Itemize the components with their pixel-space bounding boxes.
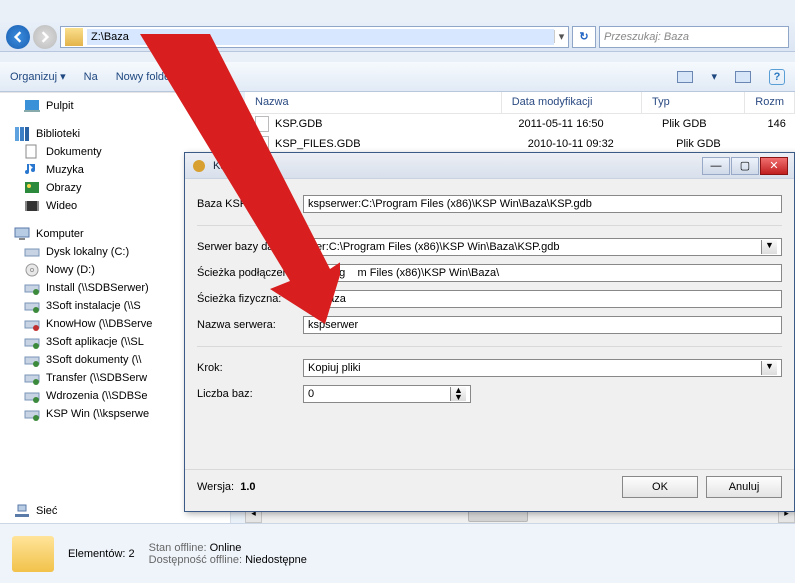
network-drive-icon: [24, 370, 40, 386]
column-headers: Nazwa Data modyfikacji Typ Rozm: [245, 92, 795, 114]
command-bar: Organizuj ▾ Na Nowy folder ▾ ?: [0, 62, 795, 92]
label-step: Krok:: [197, 362, 303, 374]
file-row[interactable]: KSP_FILES.GDB 2010-10-11 09:32 Plik GDB: [245, 134, 795, 154]
label-count: Liczba baz:: [197, 388, 303, 400]
organize-menu[interactable]: Organizuj ▾: [10, 70, 66, 83]
network-drive-icon: [24, 334, 40, 350]
input-step[interactable]: ▼: [303, 359, 782, 377]
file-list: KSP.GDB 2011-05-11 16:50 Plik GDB 146 KS…: [245, 114, 795, 154]
libraries-icon: [14, 126, 30, 142]
item-count: Elementów: 2: [68, 548, 135, 560]
details-pane: Elementów: 2 Stan offline: Online Dostęp…: [0, 523, 795, 583]
input-server[interactable]: ▼: [303, 238, 782, 256]
documents-icon: [24, 144, 40, 160]
label-version: Wersja:: [197, 481, 234, 493]
ok-button[interactable]: OK: [622, 476, 698, 498]
network-icon: [14, 503, 30, 519]
back-button[interactable]: [6, 25, 30, 49]
cd-icon: [24, 262, 40, 278]
col-date[interactable]: Data modyfikacji: [502, 92, 642, 113]
network-drive-icon: [24, 352, 40, 368]
dialog-title: Ksp L: [213, 160, 702, 172]
network-drive-icon: [24, 406, 40, 422]
drive-icon: [24, 244, 40, 260]
folder-icon: [65, 28, 83, 46]
col-name[interactable]: Nazwa: [245, 92, 502, 113]
label-server: Serwer bazy danych:: [197, 241, 303, 253]
new-folder-button[interactable]: Nowy folder: [116, 71, 174, 83]
dialog-footer: Wersja: 1.0 OK Anuluj: [185, 469, 794, 503]
maximize-button[interactable]: ▢: [731, 157, 759, 175]
version-value: 1.0: [240, 481, 255, 493]
arrow-right-icon: [39, 31, 51, 43]
forward-button[interactable]: [33, 25, 57, 49]
file-row[interactable]: KSP.GDB 2011-05-11 16:50 Plik GDB 146: [245, 114, 795, 134]
value-offline-state: Online: [210, 542, 242, 554]
chevron-down-icon[interactable]: ▼: [761, 240, 777, 254]
input-phys-path[interactable]: [303, 290, 782, 308]
folder-large-icon: [12, 536, 54, 572]
value-offline-avail: Niedostępne: [245, 554, 307, 566]
minimize-button[interactable]: —: [702, 157, 730, 175]
file-icon: [255, 116, 269, 132]
network-drive-icon: [24, 280, 40, 296]
input-srv-name[interactable]: [303, 316, 782, 334]
label-phys-path: Ścieżka fizyczna:: [197, 293, 303, 305]
label-offline-state: Stan offline:: [149, 542, 207, 554]
label-conn-path: Ścieżka podłączenia:: [197, 267, 303, 279]
refresh-button[interactable]: ↻: [572, 26, 596, 48]
input-count[interactable]: ▲▼: [303, 385, 471, 403]
view-options-button[interactable]: [677, 71, 693, 83]
network-drive-icon: [24, 298, 40, 314]
spinner-icon[interactable]: ▲▼: [450, 387, 466, 401]
search-placeholder: Przeszukaj: Baza: [604, 31, 689, 43]
tree-libraries[interactable]: Biblioteki: [0, 125, 230, 143]
nav-bar: ▾ ↻ Przeszukaj: Baza: [0, 22, 795, 52]
network-drive-error-icon: [24, 316, 40, 332]
help-button[interactable]: ?: [769, 69, 785, 85]
ksp-dialog: Ksp L — ▢ ✕ Baza KSP: Serwer bazy danych…: [184, 152, 795, 512]
pictures-icon: [24, 180, 40, 196]
cancel-button[interactable]: Anuluj: [706, 476, 782, 498]
address-dropdown[interactable]: ▾: [554, 30, 568, 43]
computer-icon: [14, 226, 30, 242]
input-baza[interactable]: [303, 195, 782, 213]
search-input[interactable]: Przeszukaj: Baza: [599, 26, 789, 48]
address-bar[interactable]: ▾: [60, 26, 569, 48]
col-size[interactable]: Rozm: [745, 92, 795, 113]
input-conn-path[interactable]: [303, 264, 782, 282]
dialog-body: Baza KSP: Serwer bazy danych: ▼ Ścieżka …: [185, 179, 794, 407]
label-offline-avail: Dostępność offline:: [149, 554, 242, 566]
music-icon: [24, 162, 40, 178]
preview-pane-button[interactable]: [735, 71, 751, 83]
video-icon: [24, 198, 40, 214]
include-menu[interactable]: Na: [84, 71, 98, 83]
tree-network[interactable]: Sieć: [14, 503, 57, 519]
label-srv-name: Nazwa serwera:: [197, 319, 303, 331]
desktop-icon: [24, 98, 40, 114]
network-drive-icon: [24, 388, 40, 404]
chevron-down-icon[interactable]: ▼: [761, 361, 777, 375]
label-baza: Baza KSP:: [197, 198, 303, 210]
arrow-left-icon: [12, 31, 24, 43]
dialog-titlebar[interactable]: Ksp L — ▢ ✕: [185, 153, 794, 179]
col-type[interactable]: Typ: [642, 92, 745, 113]
tree-desktop[interactable]: Pulpit: [0, 97, 230, 115]
address-input[interactable]: [87, 29, 554, 45]
close-button[interactable]: ✕: [760, 157, 788, 175]
file-icon: [255, 136, 269, 152]
app-icon: [191, 158, 207, 174]
